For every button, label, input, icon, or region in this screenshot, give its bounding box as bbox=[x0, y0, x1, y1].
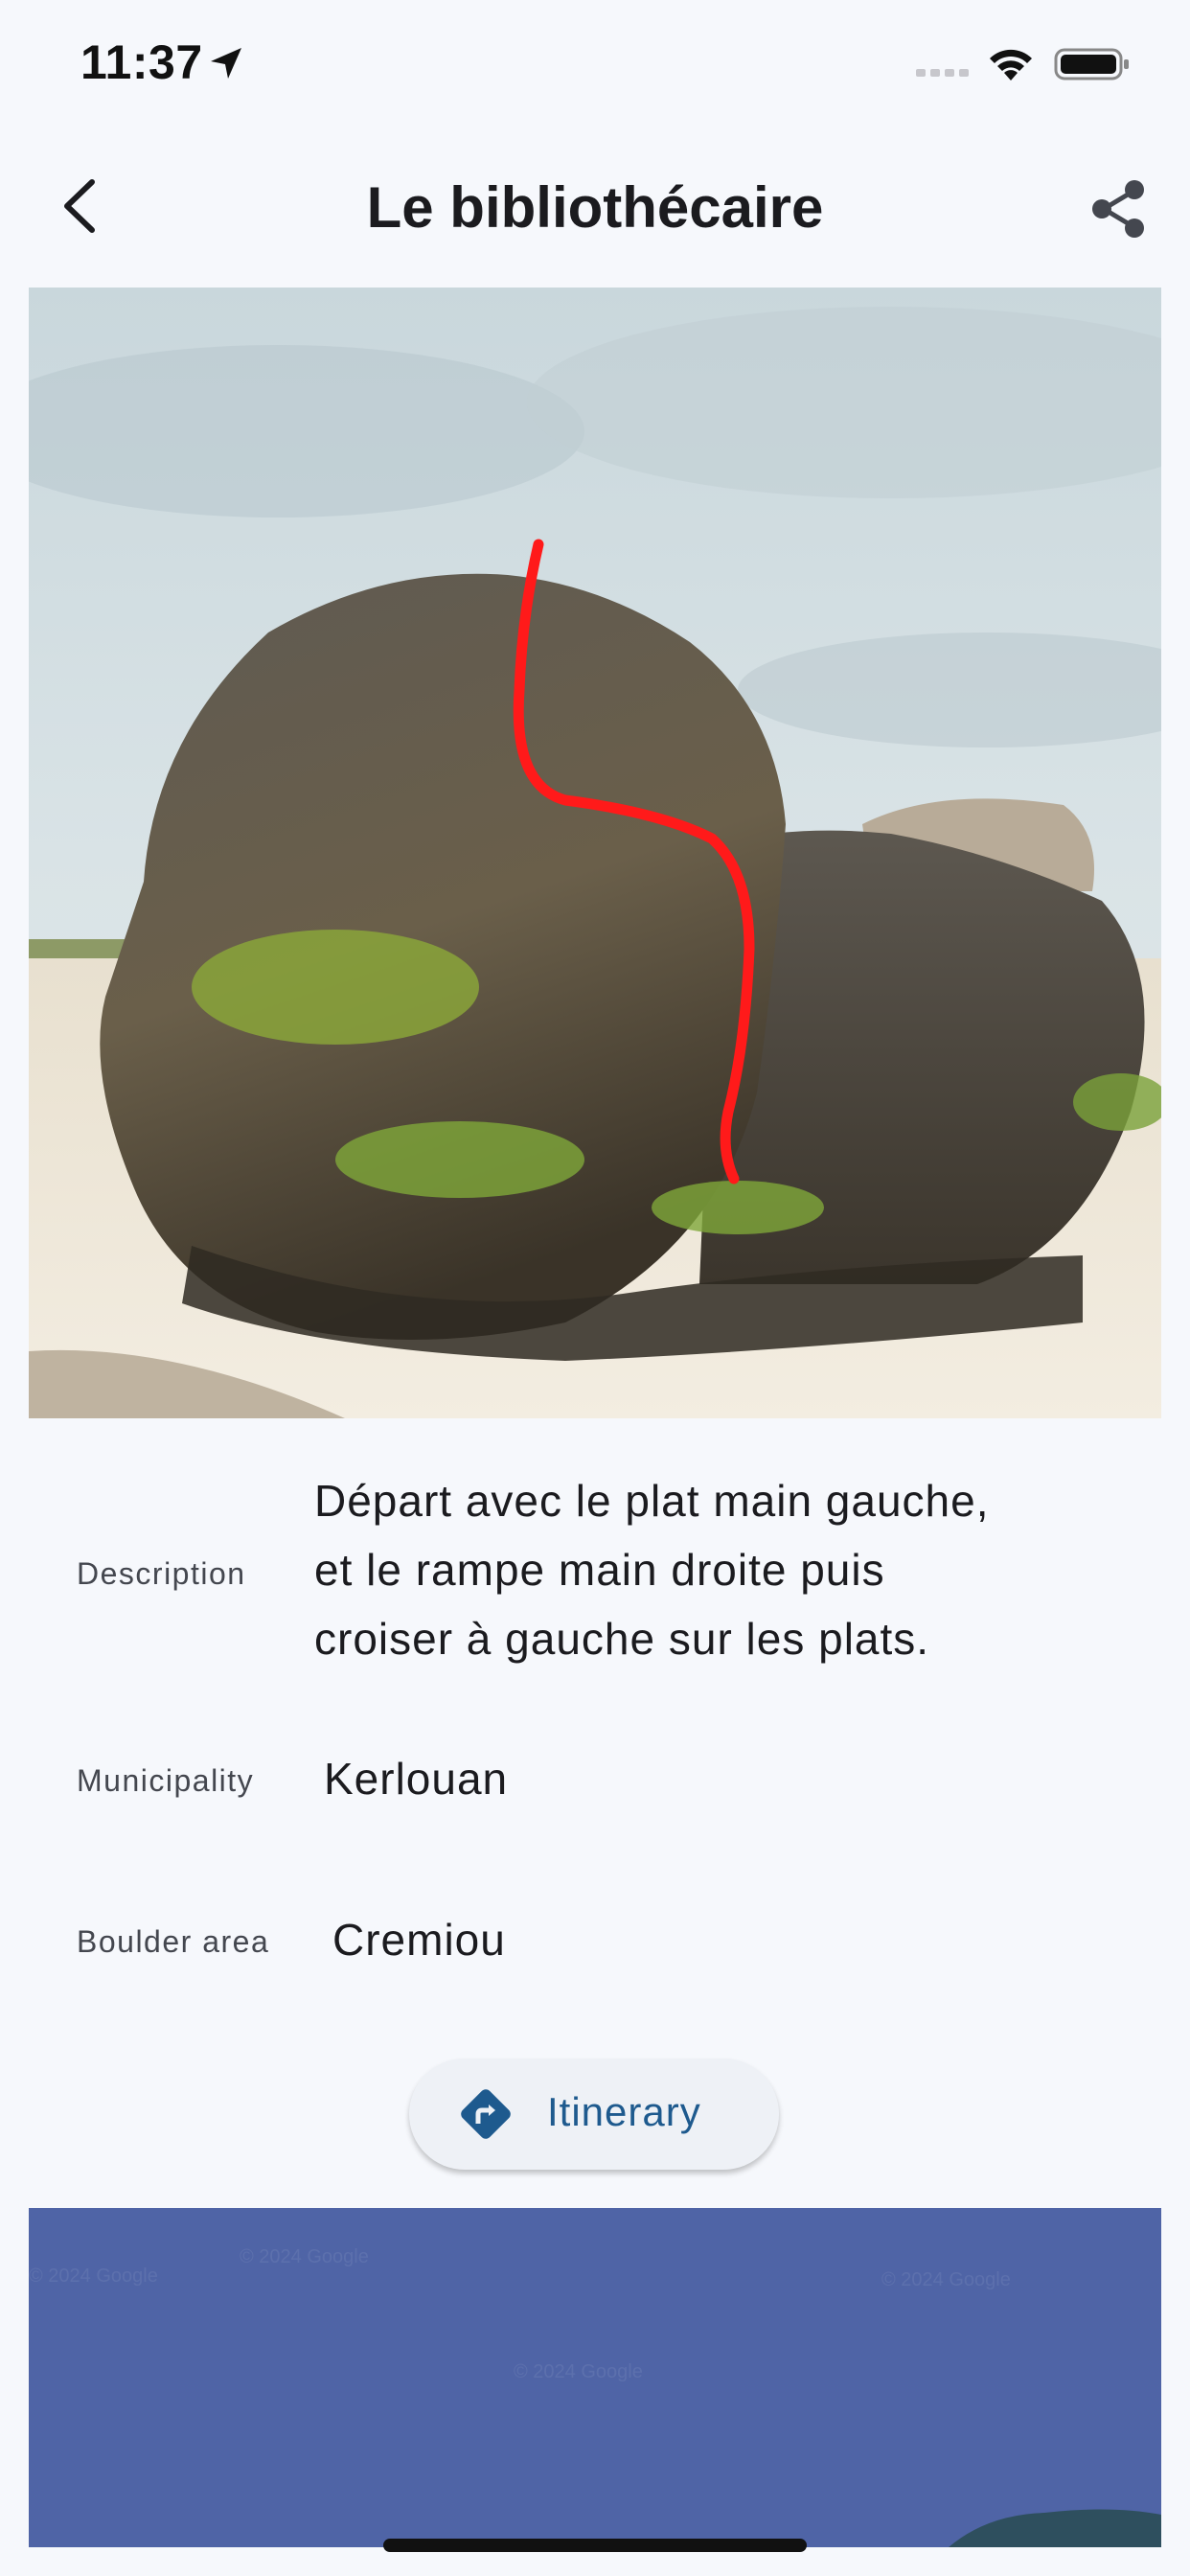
itinerary-label: Itinerary bbox=[547, 2089, 701, 2134]
municipality-label: Municipality bbox=[77, 1763, 255, 1798]
status-time: 11:37 bbox=[80, 35, 203, 89]
home-indicator[interactable] bbox=[383, 2539, 807, 2552]
wifi-icon bbox=[990, 49, 1032, 80]
signal-icon bbox=[916, 69, 969, 77]
description-line: et le rampe main droite puis bbox=[314, 1545, 885, 1595]
description-label: Description bbox=[77, 1556, 246, 1591]
boulder-area-value: Cremiou bbox=[332, 1915, 506, 1965]
boulder-photo bbox=[29, 288, 1161, 1418]
map-view[interactable]: © 2024 Google © 2024 Google © 2024 Googl… bbox=[29, 2208, 1161, 2547]
map-watermark: © 2024 Google bbox=[29, 2266, 158, 2287]
directions-icon bbox=[461, 2089, 511, 2139]
map-watermark: © 2024 Google bbox=[240, 2246, 369, 2267]
battery-icon bbox=[1054, 48, 1129, 80]
app-header: Le bibliothécaire bbox=[0, 144, 1190, 268]
description-text: Départ avec le plat main gauche, et le r… bbox=[314, 1466, 990, 1673]
map-watermark: © 2024 Google bbox=[514, 2361, 643, 2382]
boulder-area-row: Boulder area Cremiou bbox=[0, 1905, 1190, 1982]
map-land bbox=[949, 2509, 1161, 2547]
location-arrow-icon bbox=[211, 48, 241, 79]
description-row: Description Départ avec le plat main gau… bbox=[0, 1466, 1190, 1687]
municipality-value: Kerlouan bbox=[324, 1754, 509, 1804]
share-icon[interactable] bbox=[1088, 178, 1150, 240]
description-line: Départ avec le plat main gauche, bbox=[314, 1476, 990, 1526]
map-watermark: © 2024 Google bbox=[881, 2269, 1011, 2290]
page-title: Le bibliothécaire bbox=[366, 175, 824, 240]
itinerary-button[interactable]: Itinerary bbox=[409, 2058, 779, 2170]
description-line: croiser à gauche sur les plats. bbox=[314, 1614, 930, 1664]
boulder-area-label: Boulder area bbox=[77, 1924, 270, 1959]
municipality-row: Municipality Kerlouan bbox=[0, 1744, 1190, 1821]
status-bar: 11:37 bbox=[0, 0, 1190, 129]
